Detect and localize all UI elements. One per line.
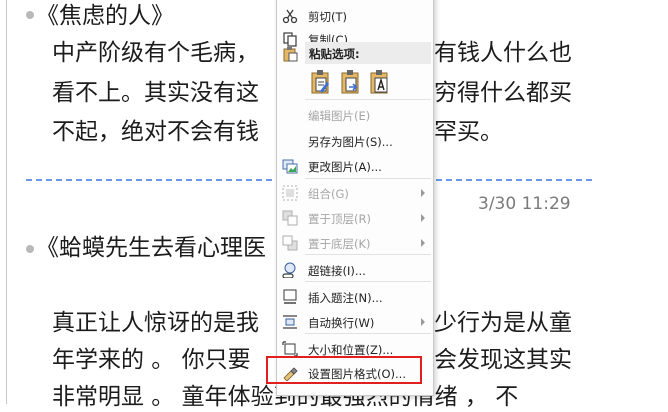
- menu-item-bring-to-front[interactable]: 置于顶层(R): [277, 207, 433, 229]
- menu-item-label: 编辑图片(E): [308, 109, 371, 123]
- paste-keep-text-button[interactable]: [369, 68, 391, 96]
- post-title[interactable]: 《蛤蟆先生去看心理医: [36, 233, 266, 263]
- body-line[interactable]: 会发现这其实: [434, 345, 572, 375]
- hyperlink-icon: [282, 262, 296, 278]
- size-position-icon: [282, 341, 298, 357]
- body-line[interactable]: 有钱人什么也: [434, 38, 572, 68]
- keep-source-formatting-icon: [311, 70, 329, 94]
- annotation-highlight-box: [266, 356, 422, 384]
- merge-formatting-icon: [341, 70, 359, 94]
- menu-item-label: 超链接(I)...: [308, 264, 366, 278]
- body-line[interactable]: 不起，绝对不会有钱: [52, 117, 259, 147]
- body-line[interactable]: 年学来的 。 你只要: [52, 345, 251, 375]
- page-edge: [6, 0, 7, 404]
- caption-icon: [283, 289, 297, 304]
- menu-item-label: 另存为图片(S)...: [308, 135, 393, 149]
- submenu-arrow-icon: [421, 189, 425, 197]
- menu-item-save-as-picture[interactable]: 另存为图片(S)...: [277, 130, 433, 152]
- menu-item-label: 更改图片(A)...: [308, 160, 382, 174]
- body-line[interactable]: 少行为是从童: [434, 308, 572, 338]
- body-line[interactable]: 真正让人惊讶的是我: [52, 308, 259, 338]
- wrap-text-icon: [283, 315, 297, 329]
- paste-icon: [283, 47, 298, 62]
- menu-separator: [305, 178, 431, 179]
- body-line[interactable]: 中产阶级有个毛病，: [52, 38, 259, 68]
- paste-options-header: 粘贴选项:: [305, 42, 431, 64]
- submenu-arrow-icon: [421, 318, 425, 326]
- menu-separator: [305, 333, 431, 334]
- menu-item-edit-picture[interactable]: 编辑图片(E): [277, 104, 433, 126]
- menu-item-insert-caption[interactable]: 插入题注(N)...: [277, 286, 433, 308]
- menu-separator: [305, 281, 431, 282]
- menu-item-cut[interactable]: 剪切(T): [277, 5, 433, 27]
- paste-options-label: 粘贴选项:: [309, 47, 360, 61]
- post-title[interactable]: 《焦虑的人》: [36, 1, 174, 31]
- bullet: [26, 11, 34, 19]
- group-icon: [282, 185, 298, 201]
- keep-text-only-icon: [370, 70, 388, 94]
- menu-separator: [305, 99, 431, 100]
- body-line[interactable]: 看不上。其实没有这: [52, 78, 259, 108]
- copy-icon: [283, 32, 297, 47]
- menu-item-label: 置于底层(K): [308, 237, 371, 251]
- bullet: [26, 245, 34, 253]
- body-line[interactable]: 穷得什么都买: [434, 78, 572, 108]
- menu-item-label: 剪切(T): [308, 10, 347, 24]
- post-timestamp: 3/30 11:29: [478, 194, 571, 214]
- paste-merge-formatting-button[interactable]: [340, 68, 362, 96]
- menu-separator: [305, 254, 431, 255]
- body-line[interactable]: 罕买。: [434, 117, 503, 147]
- menu-item-wrap-text[interactable]: 自动换行(W): [277, 311, 433, 333]
- menu-item-group[interactable]: 组合(G): [277, 182, 433, 204]
- scissors-icon: [282, 9, 298, 24]
- menu-item-label: 组合(G): [308, 187, 349, 201]
- menu-item-change-picture[interactable]: 更改图片(A)...: [277, 155, 433, 177]
- submenu-arrow-icon: [421, 239, 425, 247]
- paste-keep-source-button[interactable]: [310, 68, 332, 96]
- send-to-back-icon: [282, 235, 298, 251]
- menu-item-label: 置于顶层(R): [308, 212, 371, 226]
- submenu-arrow-icon: [421, 214, 425, 222]
- change-picture-icon: [282, 159, 298, 174]
- menu-item-label: 插入题注(N)...: [308, 291, 383, 305]
- menu-item-label: 自动换行(W): [308, 316, 375, 330]
- context-menu: 剪切(T) 复制(C) 粘贴选项: 编辑图片(E) 另存为图片(S)... 更改…: [276, 0, 434, 396]
- menu-item-send-to-back[interactable]: 置于底层(K): [277, 232, 433, 254]
- menu-item-hyperlink[interactable]: 超链接(I)...: [277, 259, 433, 281]
- bring-to-front-icon: [282, 210, 298, 226]
